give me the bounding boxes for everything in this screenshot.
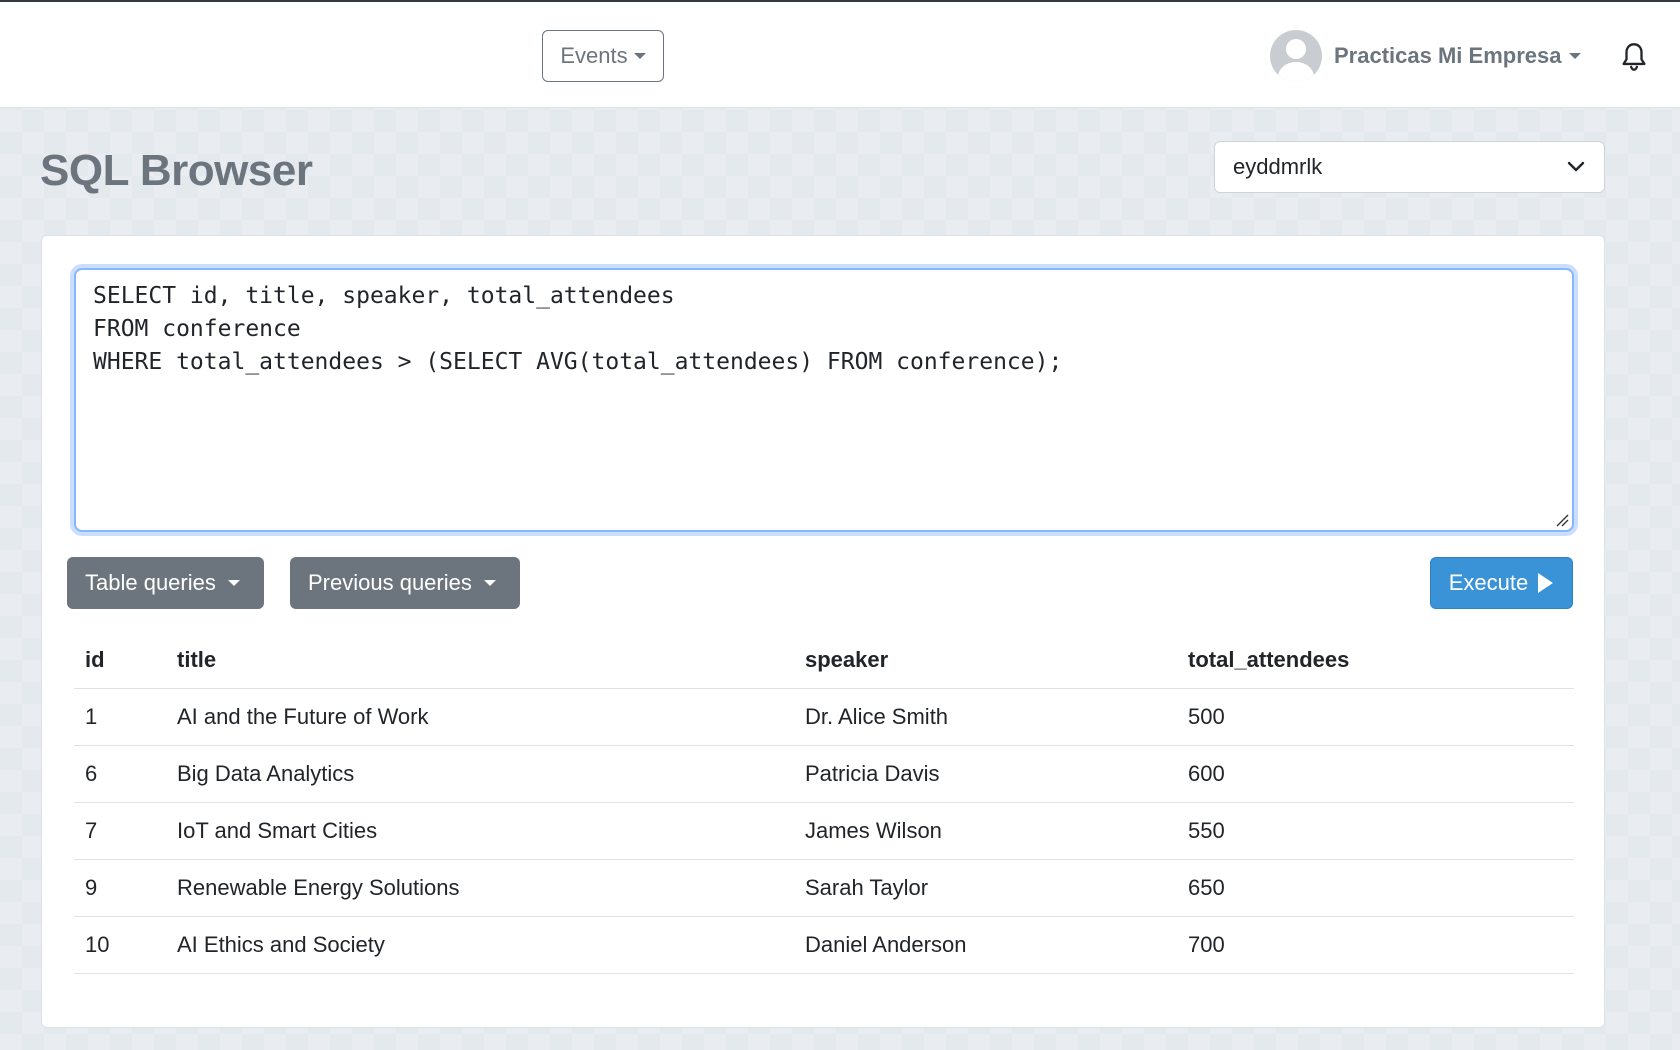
user-avatar-icon [1270,30,1322,82]
resize-handle-icon[interactable] [1555,513,1569,527]
column-header-total-attendees: total_attendees [1177,632,1574,689]
cell-title: AI and the Future of Work [166,688,794,746]
cell-speaker: Daniel Anderson [794,916,1177,974]
database-select[interactable]: eyddmrlk [1214,141,1605,193]
events-dropdown-button[interactable]: Events [542,30,664,82]
column-header-id: id [74,632,166,689]
table-queries-button[interactable]: Table queries [67,557,264,609]
database-select-value: eyddmrlk [1233,154,1323,179]
cell-id: 10 [74,916,166,974]
execute-button[interactable]: Execute [1430,557,1573,609]
column-header-speaker: speaker [794,632,1177,689]
table-row: 7 IoT and Smart Cities James Wilson 550 [74,802,1574,860]
user-menu-dropdown[interactable]: Practicas Mi Empresa [1270,30,1582,82]
table-queries-label: Table queries [85,570,216,595]
execute-label: Execute [1448,570,1529,595]
previous-queries-label: Previous queries [308,570,472,595]
top-navbar: Events Practicas Mi Empresa [0,0,1680,108]
page-title: SQL Browser [40,146,313,195]
cell-speaker: Patricia Davis [794,745,1177,803]
cell-total-attendees: 650 [1177,859,1574,917]
cell-total-attendees: 700 [1177,916,1574,974]
cell-id: 1 [74,688,166,746]
bell-icon[interactable] [1620,42,1648,72]
results-table: id title speaker total_attendees 1 AI an… [74,632,1574,974]
events-label: Events [560,43,628,68]
previous-queries-button[interactable]: Previous queries [290,557,520,609]
cell-id: 7 [74,802,166,860]
cell-id: 9 [74,859,166,917]
caret-down-icon [483,580,496,586]
table-header-row: id title speaker total_attendees [74,632,1574,689]
cell-id: 6 [74,745,166,803]
caret-down-icon [227,580,240,586]
query-card: SELECT id, title, speaker, total_attende… [41,235,1605,1028]
cell-total-attendees: 600 [1177,745,1574,803]
table-row: 10 AI Ethics and Society Daniel Anderson… [74,916,1574,974]
table-row: 9 Renewable Energy Solutions Sarah Taylo… [74,859,1574,917]
cell-title: Renewable Energy Solutions [166,859,794,917]
cell-title: IoT and Smart Cities [166,802,794,860]
table-row: 1 AI and the Future of Work Dr. Alice Sm… [74,688,1574,746]
cell-speaker: Sarah Taylor [794,859,1177,917]
caret-down-icon [633,53,646,59]
cell-total-attendees: 500 [1177,688,1574,746]
play-icon [1538,573,1554,593]
caret-down-icon [1569,53,1582,59]
column-header-title: title [166,632,794,689]
cell-speaker: James Wilson [794,802,1177,860]
cell-total-attendees: 550 [1177,802,1574,860]
user-name: Practicas Mi Empresa [1334,43,1562,68]
chevron-down-icon [1567,161,1585,172]
cell-title: AI Ethics and Society [166,916,794,974]
sql-query-editor[interactable]: SELECT id, title, speaker, total_attende… [74,268,1574,532]
cell-title: Big Data Analytics [166,745,794,803]
cell-speaker: Dr. Alice Smith [794,688,1177,746]
table-row: 6 Big Data Analytics Patricia Davis 600 [74,745,1574,803]
